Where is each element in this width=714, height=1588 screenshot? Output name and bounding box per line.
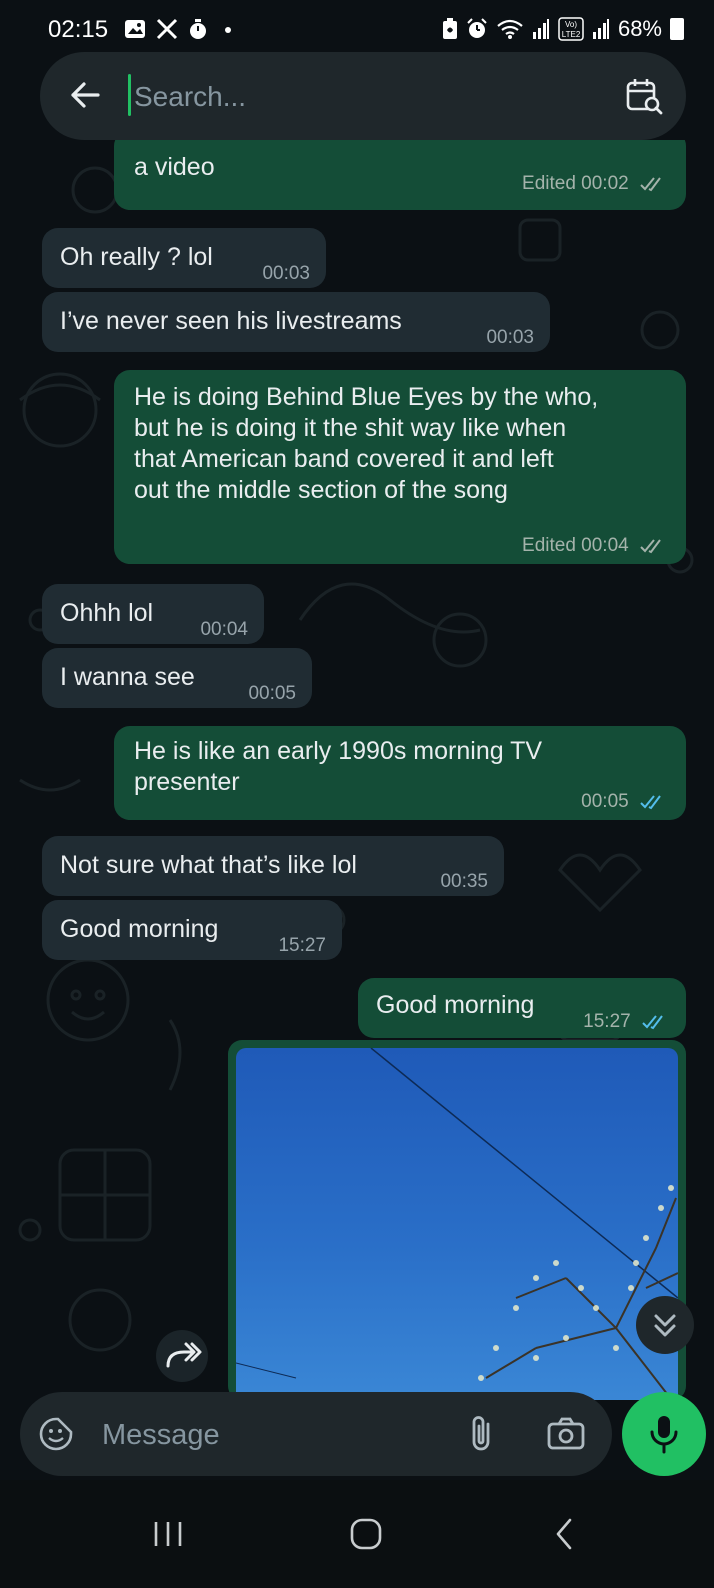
battery-percentage: 68% [617,16,662,41]
svg-text:Vo): Vo) [565,20,577,29]
incoming-message[interactable]: Ohhh lol 00:04 [42,584,264,644]
incoming-message[interactable]: I’ve never seen his livestreams 00:03 [42,292,550,352]
signal-icon [592,19,609,39]
forward-button[interactable] [156,1330,208,1382]
status-time: 02:15 [48,16,109,43]
message-line: that American band covered it and left [134,445,554,473]
outgoing-message[interactable]: He is doing Behind Blue Eyes by the who,… [114,370,686,564]
edited-label: Edited [522,535,576,556]
volte-icon: Vo)LTE2 [558,17,584,41]
message-text: I’ve never seen his livestreams [60,307,402,335]
svg-text:LTE2: LTE2 [562,30,581,39]
edited-label: Edited [522,173,576,194]
double-check-grey-icon [640,177,661,192]
message-line: but he is doing it the shit way like whe… [134,414,567,442]
signal-icon [532,19,549,39]
stopwatch-icon [190,19,206,39]
dot-icon [225,27,231,33]
message-time: 00:05 [248,683,296,704]
incoming-message[interactable]: Good morning 15:27 [42,900,342,960]
message-time: 15:27 [583,1011,631,1032]
x-icon [156,18,178,40]
whatsapp-chat-screen: 02:15 Vo)LTE2 68% a video [0,0,714,1588]
message-text: Oh really ? lol [60,243,213,271]
message-time: 00:04 [581,535,629,556]
message-text: Not sure what that’s like lol [60,851,357,879]
message-meta: Edited 00:04 [522,530,666,561]
message-text: Good morning [376,991,535,1019]
message-line: He is doing Behind Blue Eyes by the who, [134,383,599,411]
incoming-message[interactable]: Not sure what that’s like lol 00:35 [42,836,504,896]
forward-icon [166,1342,202,1368]
text-cursor [128,74,131,116]
nav-back-icon[interactable] [546,1516,586,1552]
mic-icon [650,1416,678,1454]
double-check-blue-icon [640,795,661,810]
sticker-icon[interactable] [38,1416,74,1452]
message-text: a video [134,153,215,181]
message-time: 15:27 [278,935,326,956]
search-input[interactable] [132,72,556,122]
tree-branches-illustration [236,1048,678,1400]
outgoing-message[interactable]: He is like an early 1990s morning TV pre… [114,726,686,820]
battery-saver-icon [442,18,457,39]
incoming-message[interactable]: Oh really ? lol 00:03 [42,228,326,288]
wifi-icon [497,19,523,39]
double-check-grey-icon [640,539,661,554]
message-text: I wanna see [60,663,195,691]
message-search-bar [40,52,686,140]
home-icon[interactable] [346,1516,386,1552]
message-time: 00:02 [581,173,629,194]
message-line: out the middle section of the song [134,476,508,504]
voice-record-button[interactable] [622,1392,706,1476]
message-line: He is like an early 1990s morning TV [134,737,543,765]
double-chevron-down-icon [654,1314,676,1337]
arrow-left-icon[interactable] [68,78,102,112]
message-line: presenter [134,768,240,796]
incoming-message[interactable]: I wanna see 00:05 [42,648,312,708]
message-text: He is like an early 1990s morning TV pre… [134,736,542,798]
scroll-to-bottom-button[interactable] [636,1296,694,1354]
camera-icon[interactable] [546,1416,586,1452]
message-time: 00:03 [486,327,534,348]
status-notification-icons [124,18,238,40]
sky-photo[interactable] [236,1048,678,1400]
message-time: 00:03 [262,263,310,284]
message-text: He is doing Behind Blue Eyes by the who,… [134,382,598,506]
message-meta: 00:05 [581,786,666,817]
gallery-icon [125,20,145,38]
message-meta: 15:27 [583,1006,668,1037]
message-composer [20,1392,612,1476]
calendar-search-icon[interactable] [624,76,664,116]
message-input[interactable] [100,1410,404,1460]
message-time: 00:05 [581,791,629,812]
android-navigation-bar [0,1480,714,1588]
message-text: Ohhh lol [60,599,154,627]
message-text: Good morning [60,915,219,943]
recent-apps-icon[interactable] [148,1516,188,1552]
outgoing-message[interactable]: a video Edited 00:02 [114,140,686,210]
outgoing-photo-message[interactable] [228,1040,686,1400]
battery-icon [670,18,684,40]
double-check-blue-icon [642,1015,663,1030]
message-meta: Edited 00:02 [522,168,666,199]
alarm-icon [467,18,487,38]
status-system-icons: Vo) LTE2 68% [442,16,684,42]
outgoing-message[interactable]: Good morning 15:27 [358,978,686,1038]
paperclip-icon[interactable] [466,1414,496,1454]
message-time: 00:35 [440,871,488,892]
message-time: 00:04 [200,619,248,640]
